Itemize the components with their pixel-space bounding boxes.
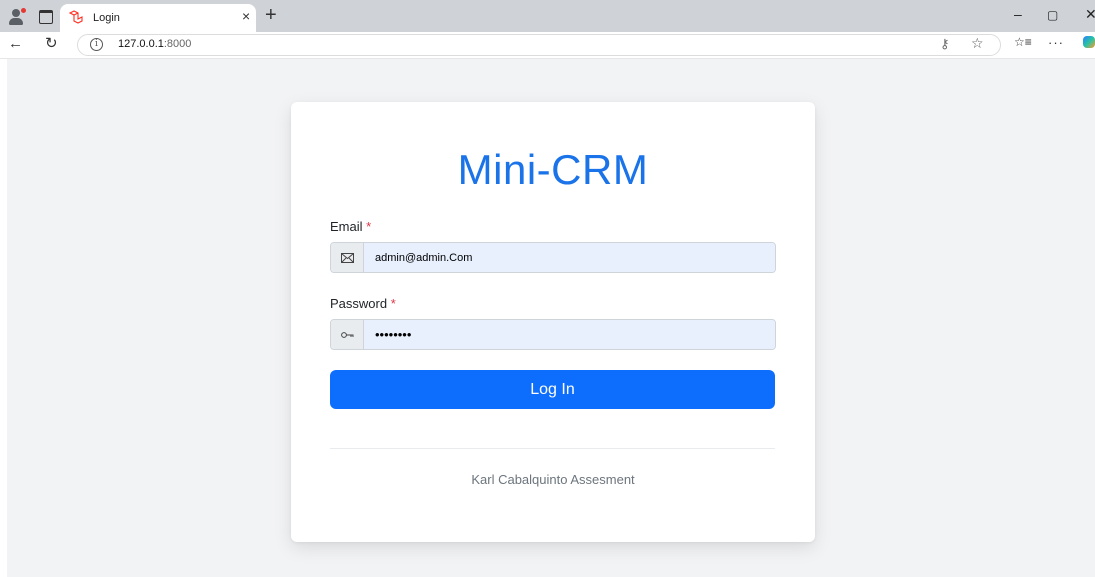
- required-mark: *: [390, 296, 396, 311]
- tab-actions-icon[interactable]: [39, 10, 53, 24]
- back-icon[interactable]: ←: [8, 35, 23, 53]
- laravel-icon: [68, 10, 83, 27]
- new-tab-button[interactable]: +: [265, 3, 277, 27]
- favorites-icon[interactable]: ☆≡: [1014, 35, 1032, 49]
- refresh-icon[interactable]: ↻: [45, 35, 58, 53]
- password-label: Password *: [330, 296, 396, 311]
- info-icon[interactable]: i: [90, 38, 103, 51]
- browser-toolbar: ← ↻ i 127.0.0.1:8000 ⚷ ☆ ☆≡ ···: [0, 32, 1095, 59]
- envelope-icon: [331, 243, 364, 272]
- page-viewport: Mini-CRM Email * Password * Log In Karl …: [7, 59, 1095, 577]
- required-mark: *: [366, 219, 372, 234]
- brand-title: Mini-CRM: [457, 146, 649, 193]
- more-icon[interactable]: ···: [1048, 35, 1064, 50]
- key-icon: [331, 320, 364, 349]
- password-field[interactable]: [364, 320, 775, 349]
- email-field[interactable]: [364, 243, 775, 272]
- tab-title: Login: [93, 12, 120, 24]
- minimize-button[interactable]: –: [1014, 6, 1022, 22]
- star-icon[interactable]: ☆: [971, 35, 984, 52]
- url-text[interactable]: 127.0.0.1:8000: [118, 38, 191, 50]
- tab-login[interactable]: Login ×: [60, 4, 256, 32]
- profile-icon[interactable]: [9, 8, 26, 25]
- browser-titlebar: Login × + – ▢ ✕: [0, 0, 1095, 32]
- password-input-group: [330, 319, 776, 350]
- key-icon[interactable]: ⚷: [940, 36, 950, 52]
- close-window-button[interactable]: ✕: [1085, 6, 1095, 23]
- footer-text: Karl Cabalquinto Assesment: [471, 472, 635, 487]
- login-button[interactable]: Log In: [330, 370, 775, 409]
- email-input-group: [330, 242, 776, 273]
- address-bar[interactable]: i 127.0.0.1:8000 ⚷ ☆: [77, 34, 1001, 56]
- login-card: Mini-CRM Email * Password * Log In Karl …: [291, 102, 815, 542]
- email-label: Email *: [330, 219, 372, 234]
- copilot-icon[interactable]: [1083, 36, 1095, 48]
- divider: [330, 448, 775, 449]
- tab-close-icon[interactable]: ×: [242, 8, 250, 24]
- restore-button[interactable]: ▢: [1047, 8, 1058, 22]
